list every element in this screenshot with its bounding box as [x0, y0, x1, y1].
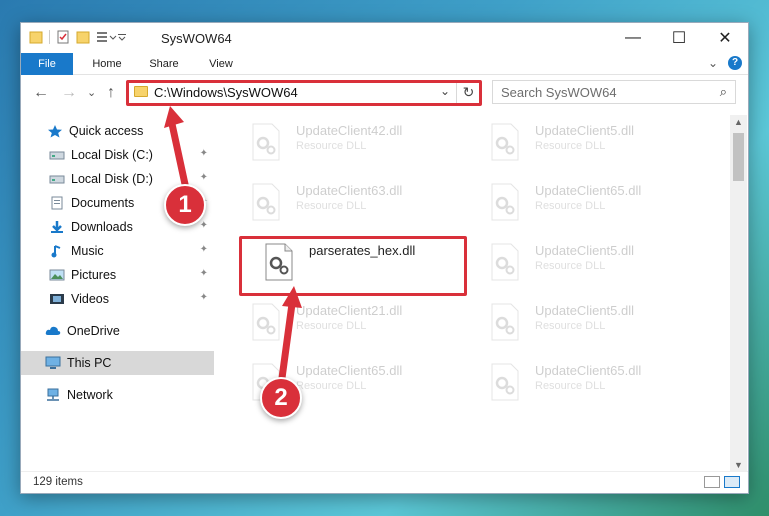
- arrow-2: [278, 286, 302, 382]
- annotation-arrows: [164, 106, 302, 382]
- step-2-badge: 2: [260, 377, 302, 419]
- step-1-badge: 1: [164, 184, 206, 226]
